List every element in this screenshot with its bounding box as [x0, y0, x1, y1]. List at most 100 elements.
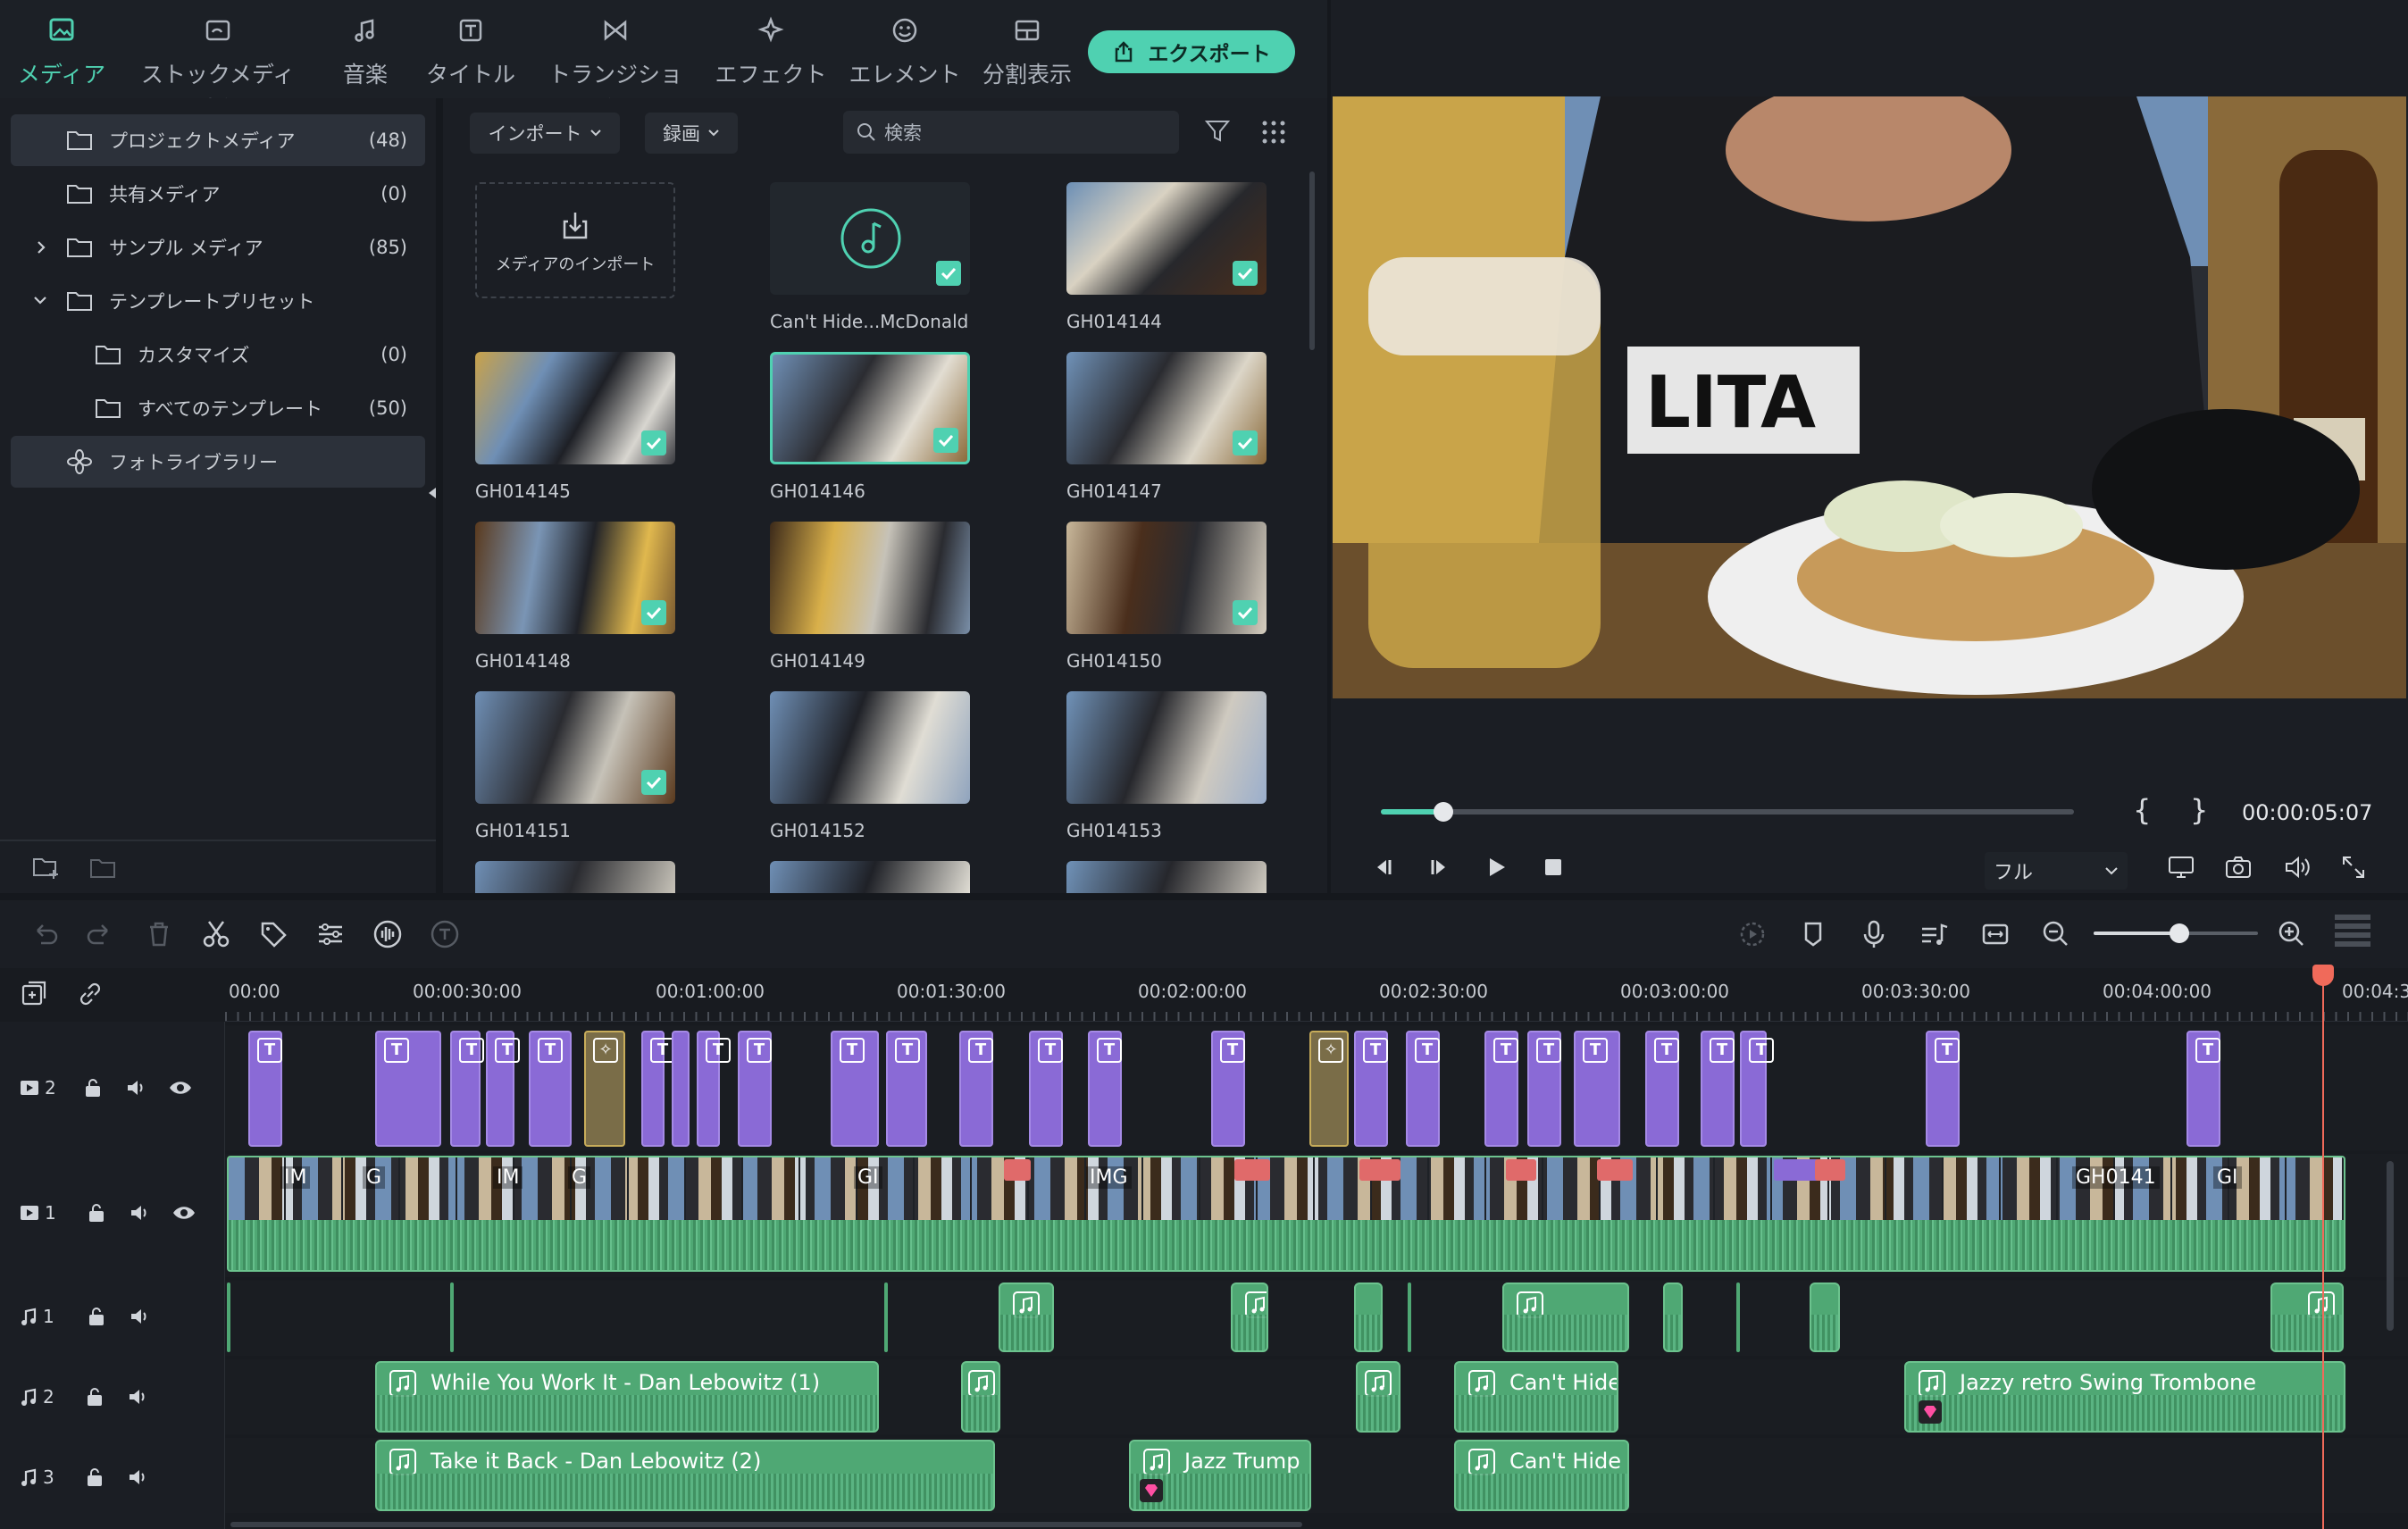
audio-clip[interactable] [1354, 1283, 1383, 1352]
title-clip[interactable]: T [641, 1031, 675, 1147]
lock-icon[interactable] [85, 1466, 105, 1488]
media-thumbnail[interactable] [1066, 182, 1267, 295]
title-clip[interactable]: T [1645, 1031, 1679, 1147]
audio-clip[interactable] [1810, 1283, 1840, 1352]
title-clip[interactable]: T [1574, 1031, 1620, 1147]
transition-marker[interactable] [1815, 1159, 1845, 1181]
media-thumbnail[interactable] [475, 522, 675, 634]
audio-clip[interactable]: Jazzy retro Swing Trombone [1904, 1361, 2345, 1433]
eye-icon[interactable] [169, 1079, 192, 1097]
fit-timeline-icon[interactable] [1979, 918, 2011, 950]
title-clip[interactable]: T [1527, 1031, 1561, 1147]
title-clip[interactable] [672, 1031, 690, 1147]
chevron-right-icon[interactable] [34, 239, 48, 255]
tab-stock-media[interactable]: ストックメディア [130, 13, 305, 120]
lock-icon[interactable] [87, 1306, 106, 1327]
timeline-vertical-scrollbar[interactable] [2387, 1161, 2394, 1331]
audio-clip[interactable] [1736, 1283, 1740, 1352]
title-clip[interactable]: T [1701, 1031, 1735, 1147]
quality-select[interactable]: フル [1985, 852, 2128, 890]
transition-marker[interactable] [1359, 1159, 1400, 1181]
title-clip[interactable]: T [1354, 1031, 1388, 1147]
audio-clip[interactable] [884, 1283, 888, 1352]
transition-marker[interactable] [1597, 1159, 1633, 1181]
playback-scrubber[interactable] [1381, 802, 2074, 822]
tab-transition[interactable]: トランジション [539, 13, 691, 120]
title-clip[interactable]: T [1088, 1031, 1122, 1147]
audio-clip[interactable] [1231, 1283, 1268, 1352]
title-clip[interactable]: T [248, 1031, 282, 1147]
sidebar-item-photo-library[interactable]: フォトライブラリー [11, 436, 425, 488]
title-clip[interactable]: T [831, 1031, 879, 1147]
title-clip[interactable]: T [1211, 1031, 1245, 1147]
fullscreen-icon[interactable] [2340, 854, 2367, 881]
media-thumbnail[interactable] [475, 352, 675, 464]
render-icon[interactable] [1736, 918, 1768, 950]
undo-icon[interactable] [29, 918, 61, 950]
sidebar-item-customize[interactable]: カスタマイズ (0) [11, 329, 425, 380]
audio-clip[interactable] [1408, 1283, 1411, 1352]
zoom-in-icon[interactable] [2276, 918, 2308, 950]
audio-clip[interactable]: Can't Hide [1454, 1440, 1629, 1511]
zoom-out-icon[interactable] [2040, 918, 2072, 950]
tab-title[interactable]: タイトル [422, 13, 520, 93]
title-clip[interactable]: T [1926, 1031, 1960, 1147]
lock-icon[interactable] [85, 1386, 105, 1408]
sidebar-item-template-presets[interactable]: テンプレートプリセット [11, 275, 425, 327]
media-thumbnail[interactable] [475, 861, 675, 893]
media-thumbnail[interactable] [770, 182, 970, 295]
media-thumbnail[interactable] [770, 691, 970, 804]
audio-clip[interactable] [1663, 1283, 1683, 1352]
title-clip[interactable]: T [697, 1031, 731, 1147]
preview-video[interactable]: LITA [1333, 96, 2406, 698]
audio-clip[interactable] [227, 1283, 230, 1352]
play-icon[interactable] [1483, 854, 1509, 881]
title-clip[interactable]: T [738, 1031, 772, 1147]
tab-split-screen[interactable]: 分割表示 [982, 13, 1072, 93]
add-track-icon[interactable] [20, 979, 50, 1009]
scissors-icon[interactable] [200, 918, 232, 950]
title-clip[interactable]: T [486, 1031, 520, 1147]
audio-clip[interactable] [999, 1283, 1054, 1352]
chevron-down-icon[interactable] [32, 293, 48, 307]
speech-to-text-icon[interactable] [429, 918, 461, 950]
monitor-icon[interactable] [2167, 854, 2195, 881]
transition-marker[interactable] [1004, 1159, 1031, 1181]
audio-clip[interactable] [1356, 1361, 1400, 1433]
microphone-icon[interactable] [1858, 918, 1890, 950]
audio-clip[interactable] [961, 1361, 1000, 1433]
tab-effect[interactable]: エフェクト [715, 13, 827, 93]
filter-icon[interactable] [1204, 118, 1231, 145]
import-dropdown[interactable]: インポート [470, 113, 620, 154]
new-folder-icon[interactable] [32, 854, 61, 881]
tag-icon[interactable] [257, 918, 289, 950]
audio-mixer-icon[interactable] [1919, 918, 1951, 950]
audio-clip[interactable] [2270, 1283, 2344, 1352]
video-clip-strip[interactable]: IM G IM G GI IMG GH0141 GI [227, 1156, 2345, 1272]
eye-icon[interactable] [172, 1204, 196, 1222]
title-clip[interactable]: T [450, 1031, 484, 1147]
title-clip[interactable]: T [375, 1031, 441, 1147]
delete-icon[interactable] [143, 918, 175, 950]
audio-clip[interactable] [1502, 1283, 1629, 1352]
title-clip[interactable]: T [959, 1031, 993, 1147]
stop-icon[interactable] [1542, 856, 1565, 879]
marker-icon[interactable] [1797, 918, 1829, 950]
audio-clip[interactable]: Jazz Trump [1129, 1440, 1311, 1511]
next-frame-icon[interactable] [1426, 854, 1452, 881]
lock-icon[interactable] [87, 1202, 106, 1224]
volume-icon[interactable] [2283, 854, 2312, 881]
snapshot-icon[interactable] [2224, 854, 2253, 881]
title-clip[interactable]: T [1406, 1031, 1440, 1147]
title-clip[interactable]: T [1029, 1031, 1063, 1147]
mark-out-button[interactable]: } [2190, 793, 2208, 827]
record-dropdown[interactable]: 録画 [645, 113, 738, 154]
folder-icon[interactable] [89, 856, 118, 881]
audio-clip[interactable]: While You Work It - Dan Lebowitz (1) [375, 1361, 879, 1433]
media-thumbnail[interactable] [770, 861, 970, 893]
tab-media[interactable]: メディア [13, 13, 111, 102]
time-ruler[interactable] [225, 973, 2408, 1022]
transition-marker[interactable] [1506, 1159, 1536, 1181]
audio-clip[interactable]: Take it Back - Dan Lebowitz (2) [375, 1440, 995, 1511]
speaker-icon[interactable] [128, 1387, 149, 1407]
